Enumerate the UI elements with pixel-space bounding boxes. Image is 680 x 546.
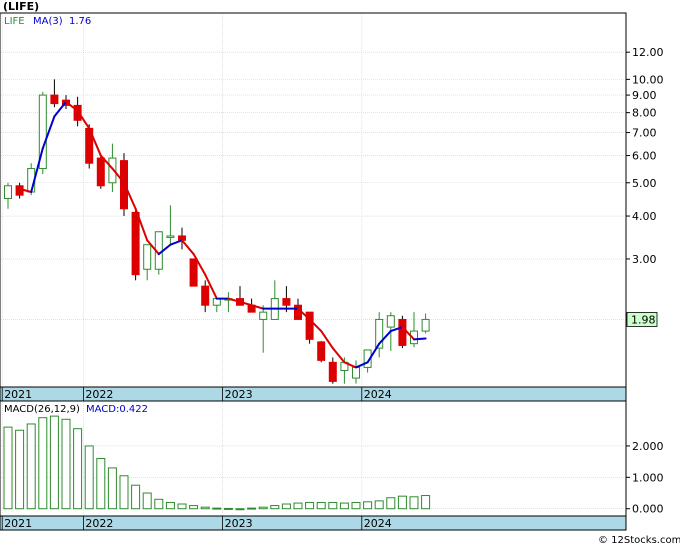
macd-bar bbox=[374, 500, 384, 510]
macd-y-axis: 2.000 1.000 0.000 bbox=[626, 440, 664, 516]
candle-down bbox=[131, 211, 140, 276]
x-axis-label: 2021 bbox=[4, 517, 32, 530]
last-price-label: 1.98 bbox=[631, 313, 656, 326]
price-tick-label: 6.00 bbox=[632, 150, 657, 163]
x-axis-label: 2024 bbox=[364, 517, 392, 530]
macd-bar bbox=[49, 415, 59, 510]
price-tick-label: 8.00 bbox=[632, 107, 657, 120]
macd-bar bbox=[38, 417, 48, 510]
macd-bar bbox=[26, 423, 36, 510]
candle-up bbox=[421, 318, 430, 332]
macd-bar bbox=[119, 475, 129, 510]
macd-bar bbox=[235, 508, 245, 511]
macd-bar bbox=[61, 418, 71, 510]
macd-bar bbox=[316, 501, 326, 510]
x-axis-label: 2023 bbox=[225, 517, 253, 530]
candle-up bbox=[352, 366, 360, 379]
candle-up bbox=[4, 185, 12, 199]
macd-bar bbox=[386, 497, 396, 510]
candle-down bbox=[317, 341, 326, 361]
macd-bar bbox=[328, 501, 338, 510]
macd-tick-label: 1.000 bbox=[632, 471, 664, 484]
candle-down bbox=[96, 157, 105, 187]
candle-up bbox=[259, 311, 268, 320]
macd-bar bbox=[154, 498, 164, 510]
macd-bar bbox=[270, 505, 280, 510]
x-axis-label: 2022 bbox=[85, 517, 113, 530]
price-tick-label: 5.00 bbox=[632, 177, 657, 190]
macd-bar bbox=[131, 484, 141, 510]
macd-bar bbox=[223, 507, 233, 510]
x-axis-label: 2023 bbox=[225, 388, 253, 401]
macd-bar bbox=[73, 428, 83, 510]
macd-bar bbox=[409, 496, 419, 510]
macd-bar bbox=[247, 507, 257, 510]
macd-bar bbox=[96, 458, 106, 510]
macd-bar bbox=[351, 501, 361, 510]
x-axis-label: 2022 bbox=[85, 388, 113, 401]
legend-symbol: LIFE bbox=[4, 16, 25, 27]
macd-bar bbox=[189, 505, 199, 510]
macd-bar bbox=[3, 426, 13, 510]
x-axis-label: 2024 bbox=[364, 388, 392, 401]
candle-down bbox=[189, 258, 198, 287]
macd-bar bbox=[142, 492, 152, 510]
candle-down bbox=[398, 318, 407, 346]
legend-ma-label: MA(3) bbox=[33, 16, 63, 27]
macd-bar bbox=[165, 501, 175, 510]
macd-bar bbox=[212, 507, 222, 510]
candle-up bbox=[166, 235, 175, 238]
price-tick-label: 3.00 bbox=[632, 253, 657, 266]
macd-bar bbox=[397, 495, 407, 510]
macd-legend-value: MACD:0.422 bbox=[86, 404, 148, 415]
ma-segment bbox=[413, 337, 427, 341]
candle-down bbox=[294, 304, 302, 320]
stock-chart: 12.00 10.00 9.00 8.00 7.00 6.00 5.00 4.00 3.00 2.… bbox=[0, 12, 680, 546]
price-tick-label: 7.00 bbox=[632, 127, 657, 140]
macd-legend-label: MACD(26,12,9) bbox=[4, 404, 80, 415]
macd-panel bbox=[0, 400, 627, 517]
candle-down bbox=[282, 298, 291, 306]
macd-bar bbox=[363, 501, 373, 510]
macd-bar bbox=[305, 501, 315, 510]
price-tick-label: 4.00 bbox=[632, 210, 657, 223]
candle-up bbox=[386, 315, 395, 328]
price-tick-label: 10.00 bbox=[632, 73, 664, 86]
macd-bar bbox=[293, 502, 303, 510]
macd-bar bbox=[281, 503, 291, 510]
macd-bar bbox=[258, 506, 268, 510]
price-tick-label: 9.00 bbox=[632, 89, 657, 102]
legend-ma-value: 1.76 bbox=[69, 16, 91, 27]
macd-bar bbox=[339, 502, 349, 510]
price-y-axis: 12.0010.009.008.007.006.005.004.003.002.… bbox=[626, 46, 664, 326]
macd-bar bbox=[84, 445, 94, 510]
x-axis-label: 2021 bbox=[4, 388, 32, 401]
macd-tick-label: 0.000 bbox=[632, 503, 664, 516]
candle-up bbox=[143, 244, 152, 270]
macd-tick-label: 2.000 bbox=[632, 440, 664, 453]
macd-bar bbox=[107, 467, 117, 510]
macd-bar bbox=[200, 506, 210, 510]
price-tick-label: 12.00 bbox=[632, 46, 664, 59]
macd-bar bbox=[15, 429, 25, 510]
macd-bar bbox=[421, 495, 431, 510]
candle-down bbox=[201, 285, 210, 306]
macd-bar bbox=[177, 503, 187, 510]
candle-down bbox=[50, 94, 59, 105]
footer-copyright: © 12Stocks.com bbox=[598, 535, 680, 546]
candle-down bbox=[328, 361, 337, 382]
